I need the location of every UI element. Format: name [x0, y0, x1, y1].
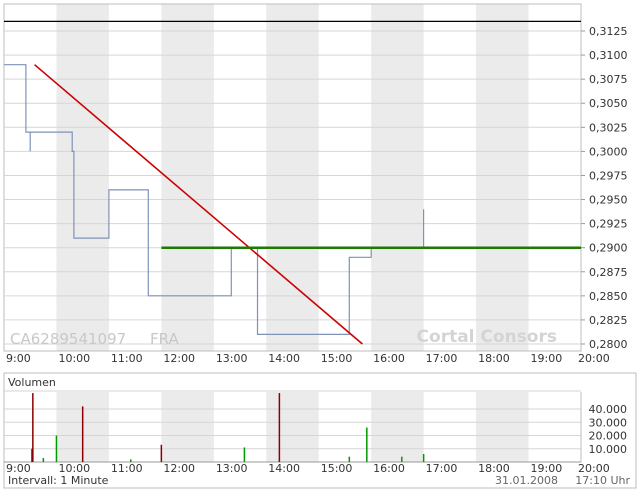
interval-label: Intervall: 1 Minute	[8, 474, 109, 487]
price-y-tick-label: 0,2800	[589, 338, 628, 351]
price-x-tick-label: 17:00	[426, 352, 458, 365]
price-y-tick-label: 0,3100	[589, 49, 628, 62]
exchange-label: FRA	[150, 330, 179, 348]
volume-bar	[81, 406, 84, 462]
chart-stage: 0,3125 0,3100 0,3075 0,3050 0,3025 0,3000 0,29…	[0, 0, 640, 492]
price-y-tick-label: 0,3025	[589, 121, 628, 134]
price-x-tick-label: 10:00	[58, 352, 90, 365]
volume-x-tick-label: 11:00	[111, 462, 143, 475]
volume-bar	[160, 444, 163, 462]
volume-y-tick-label: 40.000	[589, 403, 628, 416]
price-y-tick-label: 0,2900	[589, 242, 628, 255]
volume-x-tick-label: 16:00	[373, 462, 405, 475]
volume-band	[161, 392, 214, 462]
price-x-tick-label: 19:00	[531, 352, 563, 365]
price-y-tick-label: 0,2825	[589, 314, 628, 327]
price-y-tick-label: 0,3000	[589, 145, 628, 158]
volume-x-tick-label: 17:00	[426, 462, 458, 475]
volume-x-tick-label: 15:00	[321, 462, 353, 475]
volume-bar	[243, 447, 246, 462]
price-x-tick-label: 12:00	[163, 352, 195, 365]
price-y-tick-label: 0,2850	[589, 290, 628, 303]
price-x-tick-label: 13:00	[216, 352, 248, 365]
price-x-tick-label: 20:00	[578, 352, 610, 365]
volume-bar	[55, 435, 58, 462]
volume-band	[371, 392, 424, 462]
volume-bar	[366, 427, 368, 462]
volume-bar	[42, 458, 45, 462]
price-x-tick-label: 16:00	[373, 352, 405, 365]
price-band	[476, 4, 529, 351]
price-x-tick-label: 15:00	[321, 352, 353, 365]
volume-bar	[422, 454, 425, 462]
price-y-tick-label: 0,3075	[589, 73, 628, 86]
price-x-tick-label: 18:00	[478, 352, 510, 365]
volume-bar	[278, 393, 281, 462]
price-y-tick-label: 0,3050	[589, 97, 628, 110]
price-x-tick-label: 11:00	[111, 352, 143, 365]
price-band	[161, 4, 214, 351]
price-band	[371, 4, 424, 351]
volume-title: Volumen	[8, 376, 56, 389]
price-y-tick-label: 0,2875	[589, 266, 628, 279]
volume-band	[266, 392, 319, 462]
volume-y-tick-label: 10.000	[589, 443, 628, 456]
price-band	[56, 4, 109, 351]
watermark-logo: Cortal Consors	[417, 327, 557, 347]
price-band	[266, 4, 319, 351]
price-y-tick-label: 0,2950	[589, 194, 628, 207]
time-label: 17:10 Uhr	[575, 474, 630, 487]
volume-y-tick-label: 30.000	[589, 416, 628, 429]
chart-svg: 0,3125 0,3100 0,3075 0,3050 0,3025 0,3000 0,29…	[3, 3, 637, 489]
price-y-tick-label: 0,2925	[589, 218, 628, 231]
volume-y-tick-label: 20.000	[589, 430, 628, 443]
price-x-tick-label: 14:00	[268, 352, 300, 365]
volume-bar	[32, 393, 34, 462]
source-id-label: CA6289541097	[10, 330, 126, 348]
volume-x-tick-label: 12:00	[163, 462, 195, 475]
volume-x-tick-label: 13:00	[216, 462, 248, 475]
volume-x-tick-label: 14:00	[268, 462, 300, 475]
price-y-tick-label: 0,3125	[589, 25, 628, 38]
date-label: 31.01.2008	[495, 474, 558, 487]
volume-band	[476, 392, 529, 462]
price-x-tick-label: 9:00	[6, 352, 31, 365]
price-y-tick-label: 0,2975	[589, 169, 628, 182]
